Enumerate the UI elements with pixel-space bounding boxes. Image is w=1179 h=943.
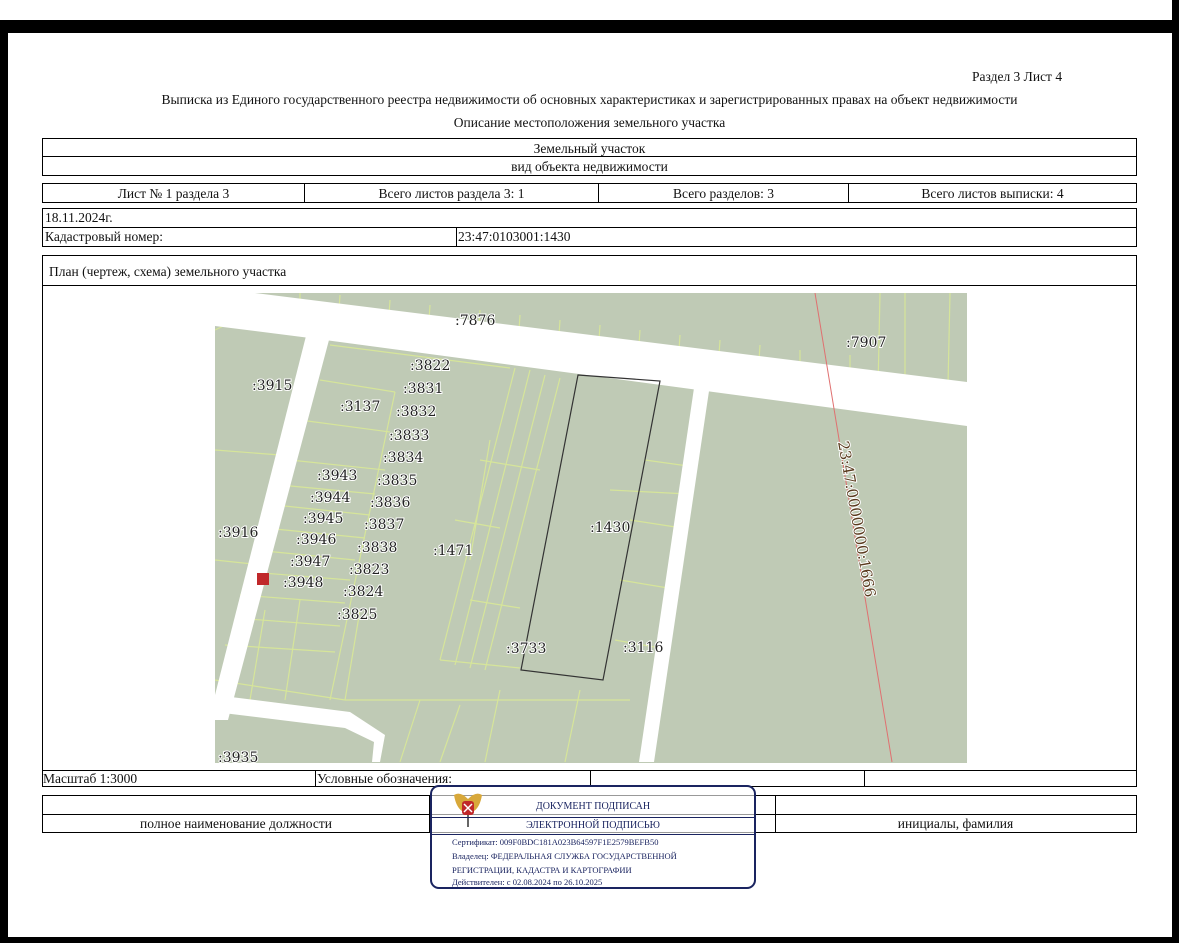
parcel-label: :3823 — [349, 562, 389, 578]
parcel-label: :1471 — [433, 543, 473, 559]
parcel-label: :7876 — [455, 313, 495, 329]
location-marker — [257, 573, 269, 585]
parcel-label: :7907 — [846, 335, 886, 351]
parcel-label: :3947 — [290, 554, 330, 570]
object-name: Земельный участок — [533, 141, 646, 156]
position-caption: полное наименование должности — [140, 816, 332, 831]
parcel-label: :3822 — [410, 358, 450, 374]
parcel-label: :3943 — [317, 468, 357, 484]
parcel-label: :3836 — [370, 495, 410, 511]
total-sections: Всего разделов: 3 — [599, 184, 849, 202]
parcel-label: :1430 — [590, 520, 630, 536]
stamp-line2: ЭЛЕКТРОННОЙ ПОДПИСЬЮ — [526, 820, 660, 831]
parcel-label: :3946 — [296, 532, 336, 548]
plan-title: План (чертеж, схема) земельного участка — [49, 264, 287, 279]
parcel-label: :3832 — [396, 404, 436, 420]
date-row: 18.11.2024г. — [42, 208, 1137, 228]
stamp-certificate: Сертификат: 009F0BDC181A023B64597F1E2579… — [452, 837, 659, 847]
cadastral-row: Кадастровый номер: 23:47:0103001:1430 — [42, 228, 1137, 247]
cadastral-map: :7876 :7907 :3915 :3822 :3831 :3137 :3832 :3833… — [215, 293, 967, 763]
document-title: Выписка из Единого государственного реес… — [161, 92, 1018, 107]
parcel-label: :3944 — [310, 490, 350, 506]
sheet-info-row: Лист № 1 раздела 3 Всего листов раздела … — [42, 183, 1137, 203]
object-type-row: вид объекта недвижимости — [42, 157, 1137, 176]
cadastral-number: 23:47:0103001:1430 — [458, 229, 571, 244]
parcel-label: :3824 — [343, 584, 383, 600]
parcel-label: :3935 — [218, 750, 258, 763]
parcel-label: :3835 — [377, 473, 417, 489]
parcel-label: :3834 — [383, 450, 423, 466]
legend-label: Условные обозначения: — [317, 771, 453, 786]
parcel-label: :3116 — [623, 640, 663, 656]
parcel-label: :3137 — [340, 399, 380, 415]
parcel-label: :3915 — [252, 378, 292, 394]
parcel-label: :3831 — [403, 381, 443, 397]
sheet-number: Лист № 1 раздела 3 — [43, 184, 305, 202]
stamp-owner-line2: РЕГИСТРАЦИИ, КАДАСТРА И КАРТОГРАФИИ — [452, 865, 632, 875]
stamp-owner-line1: Владелец: ФЕДЕРАЛЬНАЯ СЛУЖБА ГОСУДАРСТВЕ… — [452, 851, 677, 861]
section-sheet: Раздел 3 Лист 4 — [972, 69, 1063, 84]
electronic-signature-stamp: ДОКУМЕНТ ПОДПИСАН ЭЛЕКТРОННОЙ ПОДПИСЬЮ С… — [430, 785, 756, 889]
parcel-label: :3916 — [218, 525, 258, 541]
total-sheets: Всего листов выписки: 4 — [921, 186, 1064, 201]
parcel-label: :3945 — [303, 511, 343, 527]
parcel-label: :3825 — [337, 607, 377, 623]
scale: Масштаб 1:3000 — [43, 771, 138, 786]
parcel-label: :3838 — [357, 540, 397, 556]
extract-date: 18.11.2024г. — [45, 210, 113, 225]
parcel-label: :3733 — [506, 641, 546, 657]
sheets-in-section: Всего листов раздела 3: 1 — [305, 184, 599, 202]
object-name-row: Земельный участок — [42, 138, 1137, 157]
parcel-label: :3837 — [364, 517, 404, 533]
cadastral-label: Кадастровый номер: — [45, 229, 164, 244]
parcel-label: :3833 — [389, 428, 429, 444]
name-caption: инициалы, фамилия — [897, 816, 1014, 831]
stamp-validity: Действителен: с 02.08.2024 по 26.10.2025 — [452, 877, 603, 887]
parcel-label: :3948 — [283, 575, 323, 591]
document-subtitle: Описание местоположения земельного участ… — [453, 115, 726, 130]
stamp-line1: ДОКУМЕНТ ПОДПИСАН — [535, 801, 651, 812]
object-type-caption: вид объекта недвижимости — [511, 159, 668, 174]
top-strip — [0, 0, 1172, 20]
